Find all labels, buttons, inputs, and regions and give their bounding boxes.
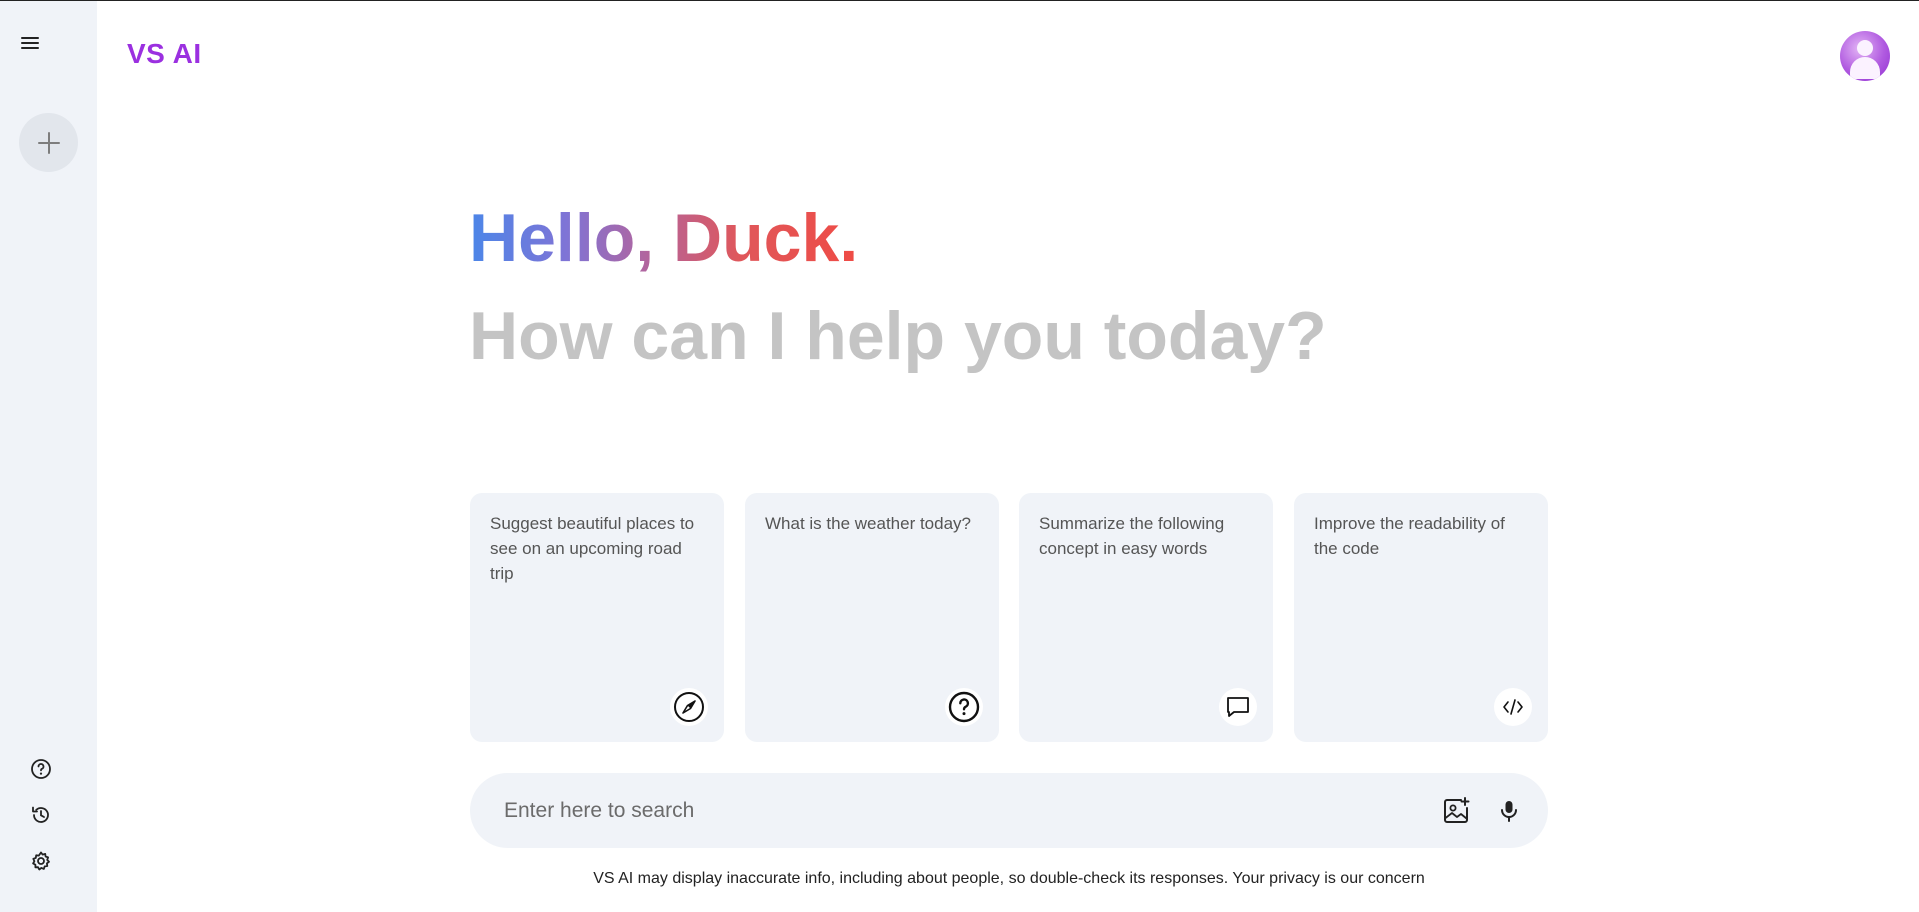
search-bar [470,773,1548,848]
suggestion-card-summarize[interactable]: Summarize the following concept in easy … [1019,493,1273,742]
suggestion-card-weather[interactable]: What is the weather today? [745,493,999,742]
new-chat-button[interactable] [19,113,78,172]
hamburger-menu-icon[interactable] [18,34,42,54]
add-image-icon [1444,797,1470,823]
code-icon [1494,688,1532,726]
suggestion-card-road-trip[interactable]: Suggest beautiful places to see on an up… [470,493,724,742]
plus-icon [37,131,60,154]
microphone-icon [1501,801,1517,822]
suggestion-cards: Suggest beautiful places to see on an up… [470,493,1548,742]
card-text: What is the weather today? [765,514,972,533]
disclaimer-text: VS AI may display inaccurate info, inclu… [593,870,1425,887]
card-text: Summarize the following concept in easy … [1039,514,1225,558]
microphone-button[interactable] [1493,795,1525,827]
history-icon [32,806,49,823]
search-input[interactable] [504,791,1364,831]
settings-button[interactable] [29,849,53,873]
card-text: Improve the readability of the code [1314,514,1505,558]
settings-icon [32,851,50,871]
add-image-button[interactable] [1440,795,1472,827]
message-icon [1219,688,1257,726]
history-button[interactable] [29,803,53,827]
compass-icon [670,688,708,726]
greeting-title: Hello, Duck. [469,200,859,276]
brand-logo: VS AI [127,38,202,69]
sidebar [0,1,97,912]
window-top-border [0,0,1919,1]
help-icon [31,759,51,779]
question-icon [945,688,983,726]
help-button[interactable] [29,757,53,781]
card-text: Suggest beautiful places to see on an up… [490,514,695,583]
greeting-subtitle: How can I help you today? [469,298,1327,374]
user-avatar-icon[interactable] [1840,31,1890,81]
suggestion-card-code[interactable]: Improve the readability of the code [1294,493,1548,742]
